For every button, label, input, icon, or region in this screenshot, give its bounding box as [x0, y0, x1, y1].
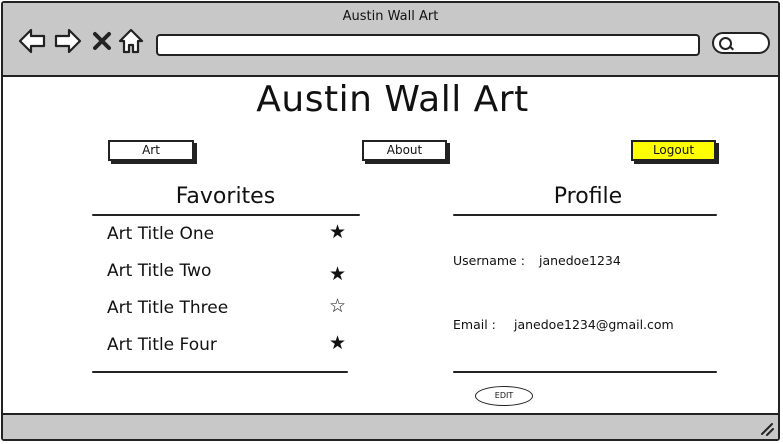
favorite-item[interactable]: Art Title Three ☆ — [107, 295, 357, 328]
browser-window: Austin Wall Art Austin Wall Art Art Abou… — [1, 1, 780, 441]
email-value: janedoe1234@gmail.com — [514, 317, 674, 332]
profile-top-divider — [453, 214, 717, 216]
favorites-bottom-divider — [92, 371, 348, 373]
window-title: Austin Wall Art — [342, 9, 439, 24]
favorite-title[interactable]: Art Title Two — [107, 261, 211, 281]
favorite-item[interactable]: Art Title One ★ — [107, 221, 357, 254]
favorites-top-divider — [92, 214, 360, 216]
close-icon[interactable] — [91, 27, 113, 55]
star-filled-icon[interactable]: ★ — [329, 332, 346, 354]
browser-search-input[interactable] — [712, 32, 770, 54]
art-nav-button[interactable]: Art — [108, 140, 194, 161]
resize-grip-icon[interactable] — [758, 420, 774, 436]
back-arrow-icon[interactable] — [17, 27, 47, 55]
about-nav-button[interactable]: About — [362, 140, 447, 161]
favorite-item[interactable]: Art Title Four ★ — [107, 332, 357, 365]
username-value: janedoe1234 — [539, 253, 621, 268]
star-filled-icon[interactable]: ★ — [329, 221, 346, 243]
url-input[interactable] — [156, 34, 700, 56]
logout-button[interactable]: Logout — [631, 140, 716, 161]
username-label: Username : — [453, 253, 525, 268]
forward-arrow-icon[interactable] — [53, 27, 83, 55]
favorites-heading: Favorites — [175, 184, 276, 209]
star-filled-icon[interactable]: ★ — [329, 263, 346, 285]
page-title: Austin Wall Art — [256, 79, 529, 120]
favorite-title[interactable]: Art Title Three — [107, 298, 228, 318]
star-outline-icon[interactable]: ☆ — [329, 295, 346, 317]
favorite-title[interactable]: Art Title Four — [107, 335, 217, 355]
home-icon[interactable] — [117, 27, 145, 55]
profile-heading: Profile — [553, 184, 623, 209]
favorite-title[interactable]: Art Title One — [107, 224, 214, 244]
favorite-item[interactable]: Art Title Two ★ — [107, 261, 357, 291]
profile-bottom-divider — [453, 371, 717, 373]
email-label: Email : — [453, 317, 496, 332]
status-bar — [3, 413, 778, 439]
edit-profile-button[interactable]: EDIT — [475, 386, 533, 406]
browser-toolbar: Austin Wall Art — [3, 3, 778, 77]
